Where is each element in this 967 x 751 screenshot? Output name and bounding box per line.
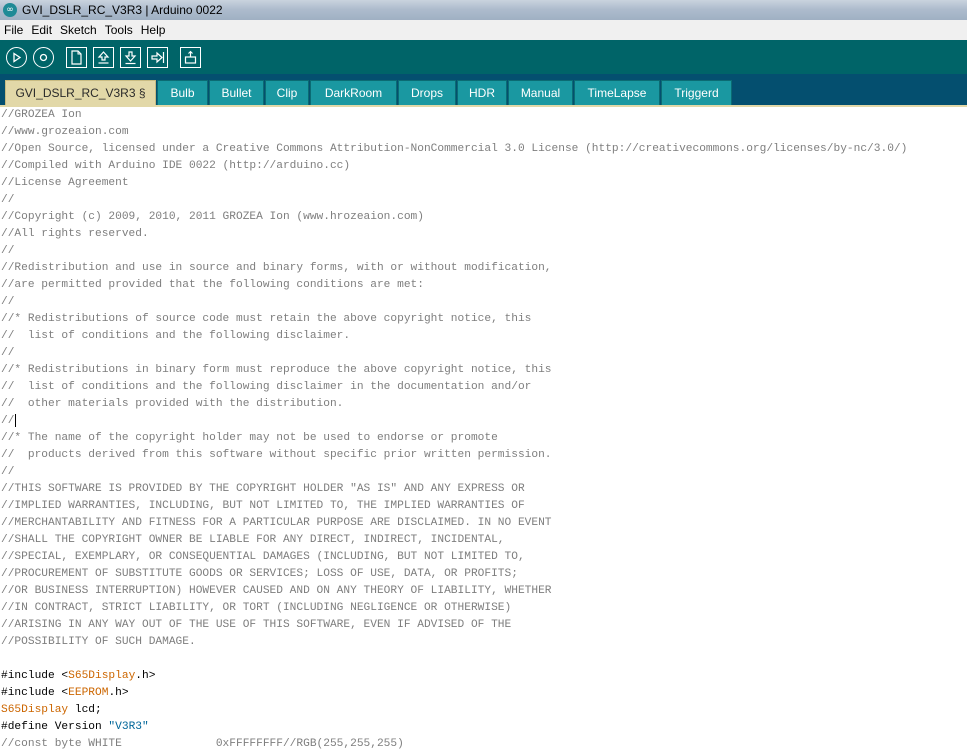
title-bar: ∞ GVI_DSLR_RC_V3R3 | Arduino 0022	[0, 0, 967, 20]
serial-monitor-button[interactable]	[180, 46, 201, 68]
define-directive: #define Version	[1, 721, 109, 733]
new-button[interactable]	[66, 46, 87, 68]
comment-line: //SPECIAL, EXEMPLARY, OR CONSEQUENTIAL D…	[1, 551, 525, 563]
code-line-define-version: #define Version "V3R3"	[1, 719, 149, 736]
comment-line: //PROCUREMENT OF SUBSTITUTE GOODS OR SER…	[1, 568, 518, 580]
comment-line: //www.grozeaion.com	[1, 126, 129, 138]
comment-line: //* Redistributions in binary form must …	[1, 364, 552, 376]
library-name: S65Display	[68, 670, 136, 682]
comment-line: //GROZEA Ion	[1, 109, 82, 121]
tab-triggerd[interactable]: Triggerd	[661, 80, 732, 105]
comment-line: //MERCHANTABILITY AND FITNESS FOR A PART…	[1, 517, 552, 529]
toolbar	[0, 40, 967, 74]
comment-line: //* The name of the copyright holder may…	[1, 432, 498, 444]
comment-line: //POSSIBILITY OF SUCH DAMAGE.	[1, 636, 196, 648]
tab-gvi-dslr-rc-v3r3[interactable]: GVI_DSLR_RC_V3R3 §	[5, 80, 156, 105]
upload-button[interactable]	[147, 46, 168, 68]
tab-clip[interactable]: Clip	[265, 80, 309, 105]
comment-line: //ARISING IN ANY WAY OUT OF THE USE OF T…	[1, 619, 512, 631]
verify-button[interactable]	[6, 46, 27, 68]
class-name: S65Display	[1, 704, 69, 716]
comment-line: //Copyright (c) 2009, 2010, 2011 GROZEA …	[1, 211, 424, 223]
comment-line-const-white: //const byte WHITE 0xFFFFFFFF//RGB(255,2…	[1, 738, 404, 750]
comment-line: //	[1, 194, 15, 206]
comment-line: //Compiled with Arduino IDE 0022 (http:/…	[1, 160, 351, 172]
code-suffix: lcd;	[68, 704, 102, 716]
play-icon	[13, 51, 22, 63]
text-caret	[15, 414, 16, 427]
stop-button[interactable]	[33, 46, 54, 68]
open-button[interactable]	[93, 46, 114, 68]
comment-line: //THIS SOFTWARE IS PROVIDED BY THE COPYR…	[1, 483, 525, 495]
menu-file[interactable]: File	[0, 23, 27, 37]
comment-line: //License Agreement	[1, 177, 129, 189]
comment-line: // other materials provided with the dis…	[1, 398, 344, 410]
arduino-icon: ∞	[3, 3, 17, 17]
code-line-include-s65display: #include <S65Display.h>	[1, 668, 155, 685]
menu-edit[interactable]: Edit	[27, 23, 56, 37]
include-directive: #include <	[1, 670, 69, 682]
include-directive: #include <	[1, 687, 69, 699]
comment-line: //OR BUSINESS INTERRUPTION) HOWEVER CAUS…	[1, 585, 552, 597]
comment-line: //	[1, 466, 15, 478]
tab-strip: GVI_DSLR_RC_V3R3 § Bulb Bullet Clip Dark…	[0, 74, 967, 105]
save-arrow-down-icon	[124, 50, 137, 64]
new-file-icon	[71, 49, 82, 65]
code-line-include-eeprom: #include <EEPROM.h>	[1, 685, 129, 702]
comment-line: //All rights reserved.	[1, 228, 149, 240]
tab-bulb[interactable]: Bulb	[157, 80, 208, 105]
comment-line: // list of conditions and the following …	[1, 330, 351, 342]
stop-icon	[39, 53, 48, 61]
version-string: "V3R3"	[108, 721, 149, 733]
tab-hdr[interactable]: HDR	[457, 80, 507, 105]
code-editor[interactable]: //GROZEA Ion //www.grozeaion.com //Open …	[0, 107, 967, 751]
comment-line: // list of conditions and the following …	[1, 381, 532, 393]
tab-manual[interactable]: Manual	[508, 80, 573, 105]
tab-bullet[interactable]: Bullet	[209, 80, 264, 105]
save-button[interactable]	[120, 46, 141, 68]
include-suffix: .h>	[108, 687, 129, 699]
comment-line: //* Redistributions of source code must …	[1, 313, 532, 325]
upload-arrow-right-icon	[151, 51, 165, 63]
comment-line: //	[1, 347, 15, 359]
tab-darkroom[interactable]: DarkRoom	[310, 80, 397, 105]
menu-sketch[interactable]: Sketch	[56, 23, 101, 37]
menu-bar: File Edit Sketch Tools Help	[0, 20, 967, 40]
comment-line: //	[1, 296, 15, 308]
menu-help[interactable]: Help	[137, 23, 170, 37]
window-title: GVI_DSLR_RC_V3R3 | Arduino 0022	[22, 3, 223, 17]
serial-monitor-icon	[184, 50, 197, 64]
include-suffix: .h>	[135, 670, 156, 682]
comment-line: //SHALL THE COPYRIGHT OWNER BE LIABLE FO…	[1, 534, 505, 546]
library-name: EEPROM	[68, 687, 109, 699]
comment-line: //Open Source, licensed under a Creative…	[1, 143, 908, 155]
tab-drops[interactable]: Drops	[398, 80, 456, 105]
menu-tools[interactable]: Tools	[101, 23, 137, 37]
comment-line: //are permitted provided that the follow…	[1, 279, 424, 291]
open-arrow-up-icon	[97, 50, 110, 64]
code-line-lcd-declaration: S65Display lcd;	[1, 702, 102, 719]
tab-timelapse[interactable]: TimeLapse	[574, 80, 660, 105]
comment-line: //	[1, 245, 15, 257]
comment-line: // products derived from this software w…	[1, 449, 552, 461]
comment-line: //Redistribution and use in source and b…	[1, 262, 552, 274]
comment-line: //IN CONTRACT, STRICT LIABILITY, OR TORT…	[1, 602, 512, 614]
comment-line: //	[1, 415, 15, 427]
comment-line: //IMPLIED WARRANTIES, INCLUDING, BUT NOT…	[1, 500, 525, 512]
